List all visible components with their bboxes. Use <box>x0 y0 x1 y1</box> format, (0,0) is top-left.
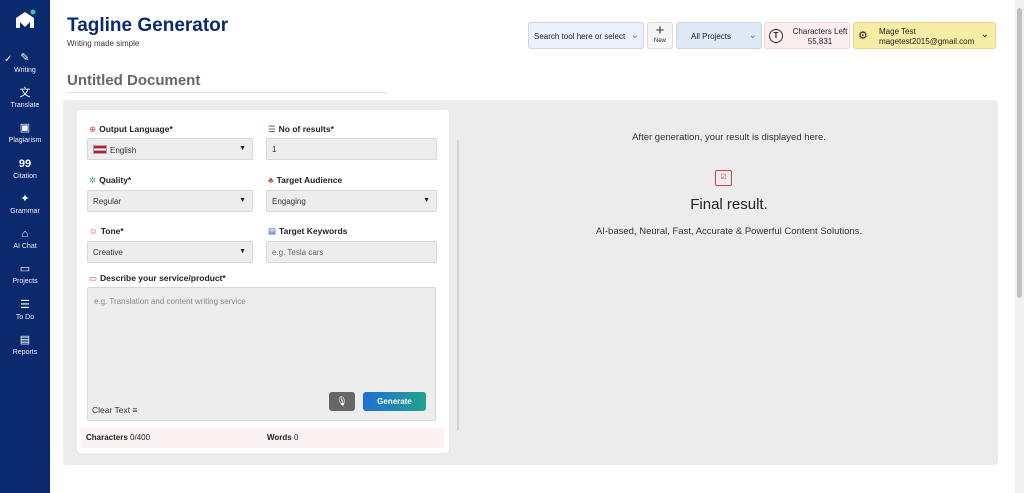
sidebar: ✓ ✎ Writing 文 Translate ▣ Plagiarism 99 … <box>0 0 50 493</box>
result-checklist-icon: ☑ <box>715 170 732 186</box>
caret-down-icon: ▼ <box>239 145 246 152</box>
sidebar-item-translate[interactable]: 文 Translate <box>0 85 50 117</box>
describe-icon: ▭ <box>89 273 98 283</box>
new-label: New <box>653 38 666 44</box>
audience-icon: ♣ <box>268 175 274 185</box>
panel-divider[interactable] <box>457 140 459 430</box>
sidebar-item-reports[interactable]: ▤ Reports <box>0 332 50 364</box>
plus-icon: + <box>655 22 665 39</box>
user-settings-icon: ⚙ <box>858 30 868 42</box>
sidebar-item-grammar[interactable]: ✦ Grammar <box>0 191 50 223</box>
keywords-label: ▤ Target Keywords <box>268 226 348 236</box>
tone-select[interactable]: Creative ▼ <box>87 241 253 263</box>
user-menu[interactable]: ⚙ Mage Test magetest2015@gmail.com ⌄ <box>853 22 996 49</box>
words-counter: Words 0 <box>267 433 299 442</box>
sidebar-item-plagiarism[interactable]: ▣ Plagiarism <box>0 120 50 152</box>
characters-left-value: 55,831 <box>807 37 833 46</box>
generate-button[interactable]: Generate <box>363 392 426 411</box>
output-language-label: ⊕ Output Language* <box>89 124 173 134</box>
quality-icon: ✲ <box>89 175 97 185</box>
brand-logo-icon[interactable] <box>13 8 37 32</box>
caret-down-icon: ▼ <box>423 197 430 204</box>
user-name: Mage Test <box>879 27 916 36</box>
sidebar-item-writing[interactable]: ✓ ✎ Writing <box>0 50 50 82</box>
folder-icon: ▭ <box>19 263 31 275</box>
todo-icon: ☰ <box>20 299 30 311</box>
plagiarism-icon: ▣ <box>19 122 31 134</box>
quality-label: ✲ Quality* <box>89 175 132 185</box>
final-result-title: Final result. <box>690 196 768 213</box>
caret-down-icon: ▼ <box>239 248 246 255</box>
clear-lines-icon: ≡ <box>132 405 138 415</box>
characters-icon: T <box>769 29 783 43</box>
tone-icon: ☺ <box>89 226 98 236</box>
ai-chat-icon: ⌂ <box>21 228 29 240</box>
quality-select[interactable]: Regular ▼ <box>87 190 253 212</box>
output-language-select[interactable]: English ▼ <box>87 138 253 160</box>
page-title: Tagline Generator <box>67 15 229 36</box>
citation-icon: 99 <box>18 158 32 170</box>
counter-bar: Characters 0/400 Words 0 <box>81 428 444 448</box>
search-label: Search tool here or select <box>534 32 626 41</box>
sidebar-item-todo[interactable]: ☰ To Do <box>0 297 50 329</box>
us-flag-icon <box>93 145 107 154</box>
mic-off-icon: 🎙︎ <box>336 396 348 406</box>
keywords-input[interactable]: e.g. Tesla cars <box>266 241 437 263</box>
page-subtitle: Writing made simple <box>67 39 140 48</box>
chevron-down-icon: ⌄ <box>630 30 639 41</box>
characters-counter: Characters 0/400 <box>86 433 151 442</box>
mic-off-button[interactable]: 🎙︎ <box>329 392 355 411</box>
clear-text-button[interactable]: Clear Text ≡ <box>92 405 137 415</box>
user-email: magetest2015@gmail.com <box>879 37 975 46</box>
characters-left-label: Characters Left <box>792 27 848 36</box>
describe-label: ▭ Describe your service/product* <box>89 273 226 283</box>
app-root: ✓ ✎ Writing 文 Translate ▣ Plagiarism 99 … <box>0 0 1024 493</box>
reports-icon: ▤ <box>19 334 31 346</box>
chevron-down-icon: ⌄ <box>980 29 989 40</box>
keywords-icon: ▤ <box>268 226 277 236</box>
sidebar-item-ai-chat[interactable]: ⌂ AI Chat <box>0 226 50 258</box>
results-input[interactable]: 1 <box>266 138 437 160</box>
check-icon: ✓ <box>4 54 13 65</box>
tone-label: ☺ Tone* <box>89 226 124 236</box>
audience-select[interactable]: Engaging ▼ <box>266 190 437 212</box>
result-hint: After generation, your result is display… <box>632 132 826 143</box>
new-button[interactable]: + New <box>647 22 673 49</box>
projects-label: All Projects <box>691 32 732 41</box>
page-scrollbar[interactable] <box>1015 0 1024 493</box>
final-result-subtitle: AI-based, Neural, Fast, Accurate & Power… <box>595 226 863 237</box>
results-label: ☰ No of results* <box>268 124 334 134</box>
caret-down-icon: ▼ <box>239 197 246 204</box>
sidebar-item-projects[interactable]: ▭ Projects <box>0 261 50 293</box>
grammar-icon: ✦ <box>20 193 30 205</box>
tool-search-select[interactable]: Search tool here or select ⌄ <box>528 22 644 49</box>
audience-label: ♣ Target Audience <box>268 175 343 185</box>
list-icon: ☰ <box>268 124 276 134</box>
sidebar-item-citation[interactable]: 99 Citation <box>0 156 50 188</box>
scrollbar-thumb[interactable] <box>1017 8 1022 298</box>
chevron-down-icon: ⌄ <box>748 30 757 41</box>
globe-icon: ⊕ <box>89 124 97 134</box>
characters-left-badge: T Characters Left 55,831 <box>764 22 850 49</box>
translate-icon: 文 <box>19 87 31 99</box>
projects-select[interactable]: All Projects ⌄ <box>676 22 762 49</box>
document-title[interactable]: Untitled Document <box>67 72 387 93</box>
